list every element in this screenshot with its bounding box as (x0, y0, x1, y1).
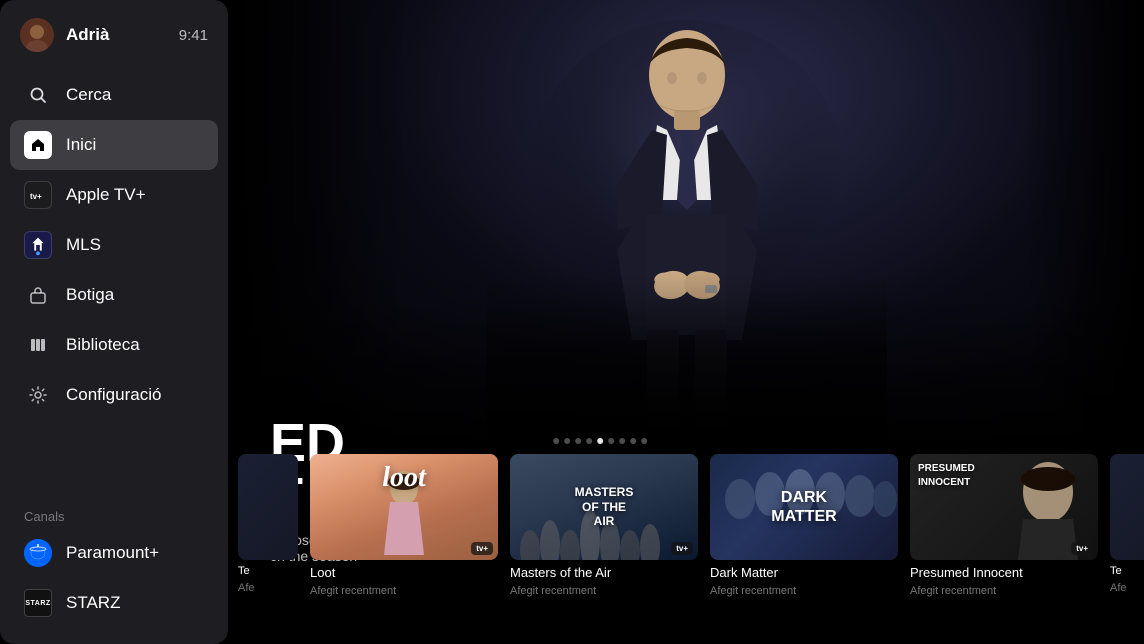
sidebar-item-mls[interactable]: MLS (10, 220, 218, 270)
dot-3 (575, 438, 581, 444)
card-title-presumed: Presumed Innocent (910, 565, 1098, 580)
card-title-masters: Masters of the Air (510, 565, 698, 580)
card-image-darkmatter: DARKMATTER (710, 454, 898, 560)
appletv-badge-presumed: tv+ (1071, 542, 1093, 555)
user-name: Adrià (66, 25, 109, 45)
sidebar-item-settings[interactable]: Configuració (10, 370, 218, 420)
card-title-darkmatter: Dark Matter (710, 565, 898, 580)
sidebar-item-label-home: Inici (66, 135, 96, 155)
card-presumed[interactable]: PRESUMEDINNOCENT tv+ Presumed Innocent A… (910, 454, 1098, 597)
sidebar-item-paramount[interactable]: Paramount+ (10, 528, 218, 578)
settings-icon (24, 381, 52, 409)
darkmatter-cover: DARKMATTER (710, 454, 898, 560)
sidebar-item-label-paramount: Paramount+ (66, 543, 159, 563)
sidebar-item-label-store: Botiga (66, 285, 114, 305)
card-subtitle-darkmatter: Afegit recentment (710, 585, 898, 597)
hero-bottom-fade (230, 295, 1144, 455)
card-subtitle-partial-right: Afe (1110, 582, 1144, 594)
paramount-icon (24, 539, 52, 567)
card-image-masters: MASTERSOF THEAIR tv+ (510, 454, 698, 560)
sidebar-item-starz[interactable]: STARZ STARZ (10, 578, 218, 628)
appletv-badge-text-masters: tv+ (676, 544, 688, 553)
masters-title-text: MASTERSOF THEAIR (575, 485, 634, 528)
card-subtitle-partial-left: Afe (238, 582, 298, 594)
loot-cover: loot (310, 454, 498, 560)
card-title-partial-left: Te (238, 565, 298, 577)
search-icon (24, 81, 52, 109)
card-image-partial-left (238, 454, 298, 560)
card-image-loot: loot tv+ (310, 454, 498, 560)
dot-6 (608, 438, 614, 444)
channels-section-label: Canals (0, 501, 228, 528)
avatar (20, 18, 54, 52)
sidebar-item-appletv[interactable]: tv+ Apple TV+ (10, 170, 218, 220)
content-cards: Te Afe loot tv+ Loot Afegit recentm (230, 454, 1144, 644)
hero-scene (230, 0, 1144, 455)
sidebar-item-library[interactable]: Biblioteca (10, 320, 218, 370)
card-image-presumed: PRESUMEDINNOCENT tv+ (910, 454, 1098, 560)
sidebar-header: Adrià 9:41 (0, 0, 228, 66)
sidebar-nav: Cerca Inici tv+ Apple TV+ (0, 66, 228, 501)
card-partial-left[interactable]: Te Afe (238, 454, 298, 594)
dot-9 (641, 438, 647, 444)
card-title-loot: Loot (310, 565, 498, 580)
svg-text:tv+: tv+ (30, 192, 42, 201)
sidebar-item-label-library: Biblioteca (66, 335, 140, 355)
darkmatter-title-text: DARKMATTER (771, 488, 836, 526)
masters-cover: MASTERSOF THEAIR (510, 454, 698, 560)
sidebar-item-label-search: Cerca (66, 85, 111, 105)
appletv-badge-loot: tv+ (471, 542, 493, 555)
dot-5 (597, 438, 603, 444)
hero-right-fade (1024, 0, 1144, 455)
appletv-badge-text-loot: tv+ (476, 544, 488, 553)
sidebar-item-label-mls: MLS (66, 235, 101, 255)
loot-title-text: loot (310, 462, 498, 494)
card-subtitle-loot: Afegit recentment (310, 585, 498, 597)
sidebar-item-home[interactable]: Inici (10, 120, 218, 170)
appletv-icon: tv+ (24, 181, 52, 209)
dots-indicator (553, 438, 647, 444)
loot-word: loot (382, 462, 426, 493)
card-subtitle-presumed: Afegit recentment (910, 585, 1098, 597)
dot-8 (630, 438, 636, 444)
card-loot[interactable]: loot tv+ Loot Afegit recentment (310, 454, 498, 597)
sidebar-item-store[interactable]: Botiga (10, 270, 218, 320)
dot-4 (586, 438, 592, 444)
sidebar-item-label-appletv: Apple TV+ (66, 185, 146, 205)
library-icon (24, 331, 52, 359)
card-subtitle-masters: Afegit recentment (510, 585, 698, 597)
dot-7 (619, 438, 625, 444)
mls-icon (24, 231, 52, 259)
card-masters[interactable]: MASTERSOF THEAIR tv+ Masters of the Air … (510, 454, 698, 597)
card-darkmatter[interactable]: DARKMATTER Dark Matter Afegit recentment (710, 454, 898, 597)
sidebar-item-label-starz: STARZ (66, 593, 120, 613)
time-display: 9:41 (179, 27, 208, 44)
card-partial-right[interactable]: Te Afe (1110, 454, 1144, 594)
card-image-partial-right (1110, 454, 1144, 560)
dot-1 (553, 438, 559, 444)
appletv-badge-masters: tv+ (671, 542, 693, 555)
channel-items: Paramount+ STARZ STARZ (0, 528, 228, 644)
sidebar: Adrià 9:41 Cerca Inici (0, 0, 228, 644)
dot-2 (564, 438, 570, 444)
store-icon (24, 281, 52, 309)
sidebar-item-label-settings: Configuració (66, 385, 161, 405)
presumed-cover: PRESUMEDINNOCENT (910, 454, 1098, 560)
user-info: Adrià (20, 18, 109, 52)
presumed-title-text: PRESUMEDINNOCENT (918, 462, 975, 490)
starz-icon: STARZ (24, 589, 52, 617)
home-icon (24, 131, 52, 159)
card-title-partial-right: Te (1110, 565, 1144, 577)
sidebar-item-search[interactable]: Cerca (10, 70, 218, 120)
appletv-badge-text-presumed: tv+ (1076, 544, 1088, 553)
